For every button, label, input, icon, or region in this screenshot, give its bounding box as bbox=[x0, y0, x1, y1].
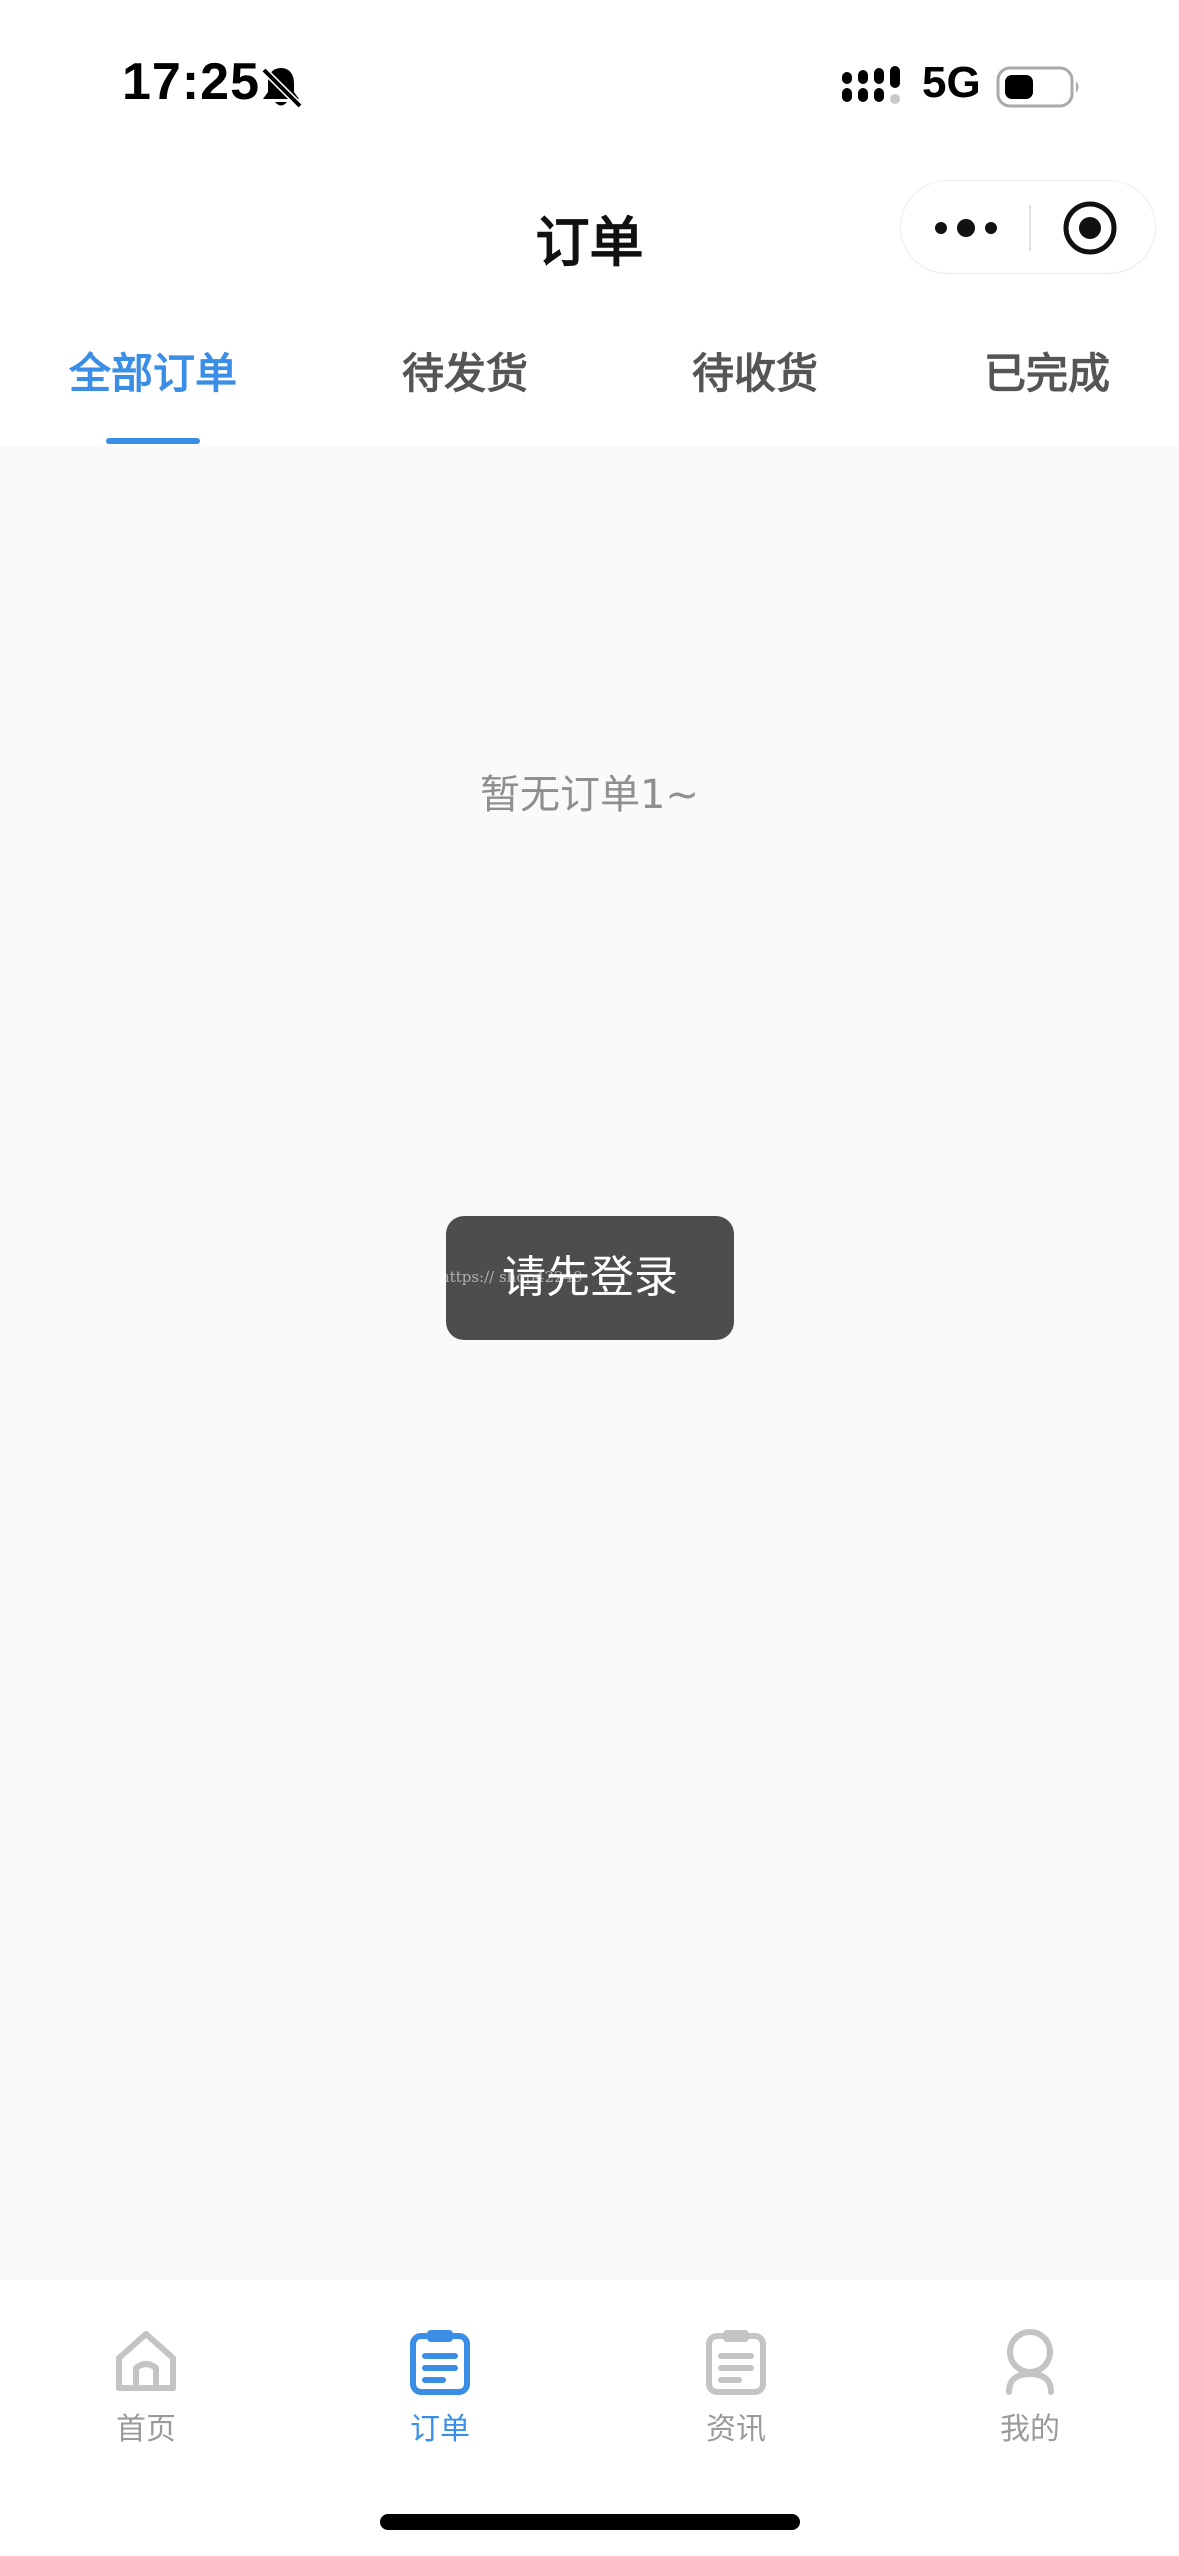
clipboard-icon bbox=[410, 2330, 470, 2395]
status-time: 17:25 bbox=[122, 53, 260, 111]
battery-icon bbox=[996, 66, 1079, 108]
tab-active-indicator bbox=[106, 438, 200, 444]
tabbar-item-orders[interactable]: 订单 bbox=[360, 2326, 520, 2466]
mini-program-capsule bbox=[900, 180, 1156, 274]
tabbar-item-news[interactable]: 资讯 bbox=[656, 2326, 816, 2466]
document-icon bbox=[706, 2330, 766, 2395]
order-tabs: 全部订单 待发货 待收货 已完成 bbox=[0, 290, 1179, 446]
empty-state-text: 暂无订单1~ bbox=[480, 772, 699, 818]
home-indicator bbox=[380, 2514, 800, 2530]
user-icon bbox=[1006, 2329, 1054, 2395]
tab-completed[interactable]: 已完成 bbox=[952, 340, 1142, 420]
tab-pending-shipment[interactable]: 待发货 bbox=[370, 340, 560, 420]
login-toast: 请先登录 bbox=[446, 1216, 734, 1340]
network-label: 5G bbox=[922, 58, 981, 107]
more-icon[interactable] bbox=[931, 203, 1001, 253]
status-bar: 17:25 5G bbox=[0, 0, 1179, 170]
tabbar-label-mine: 我的 bbox=[1000, 2412, 1060, 2447]
tabbar-label-orders: 订单 bbox=[410, 2412, 470, 2447]
tabbar-label-news: 资讯 bbox=[706, 2412, 766, 2447]
target-icon[interactable] bbox=[1061, 199, 1119, 257]
tabbar-item-home[interactable]: 首页 bbox=[66, 2326, 226, 2466]
order-list: 暂无订单1~ bbox=[0, 446, 1179, 2280]
tab-pending-receipt[interactable]: 待收货 bbox=[660, 340, 850, 420]
tabbar-label-home: 首页 bbox=[116, 2412, 176, 2447]
capsule-divider bbox=[1029, 205, 1031, 251]
bell-slash-icon bbox=[261, 67, 303, 109]
home-icon bbox=[116, 2331, 176, 2391]
tab-all-orders[interactable]: 全部订单 bbox=[48, 340, 258, 420]
tabbar-item-mine[interactable]: 我的 bbox=[950, 2326, 1110, 2466]
signal-icon bbox=[842, 66, 900, 104]
nav-bar: 订单 bbox=[0, 170, 1179, 290]
